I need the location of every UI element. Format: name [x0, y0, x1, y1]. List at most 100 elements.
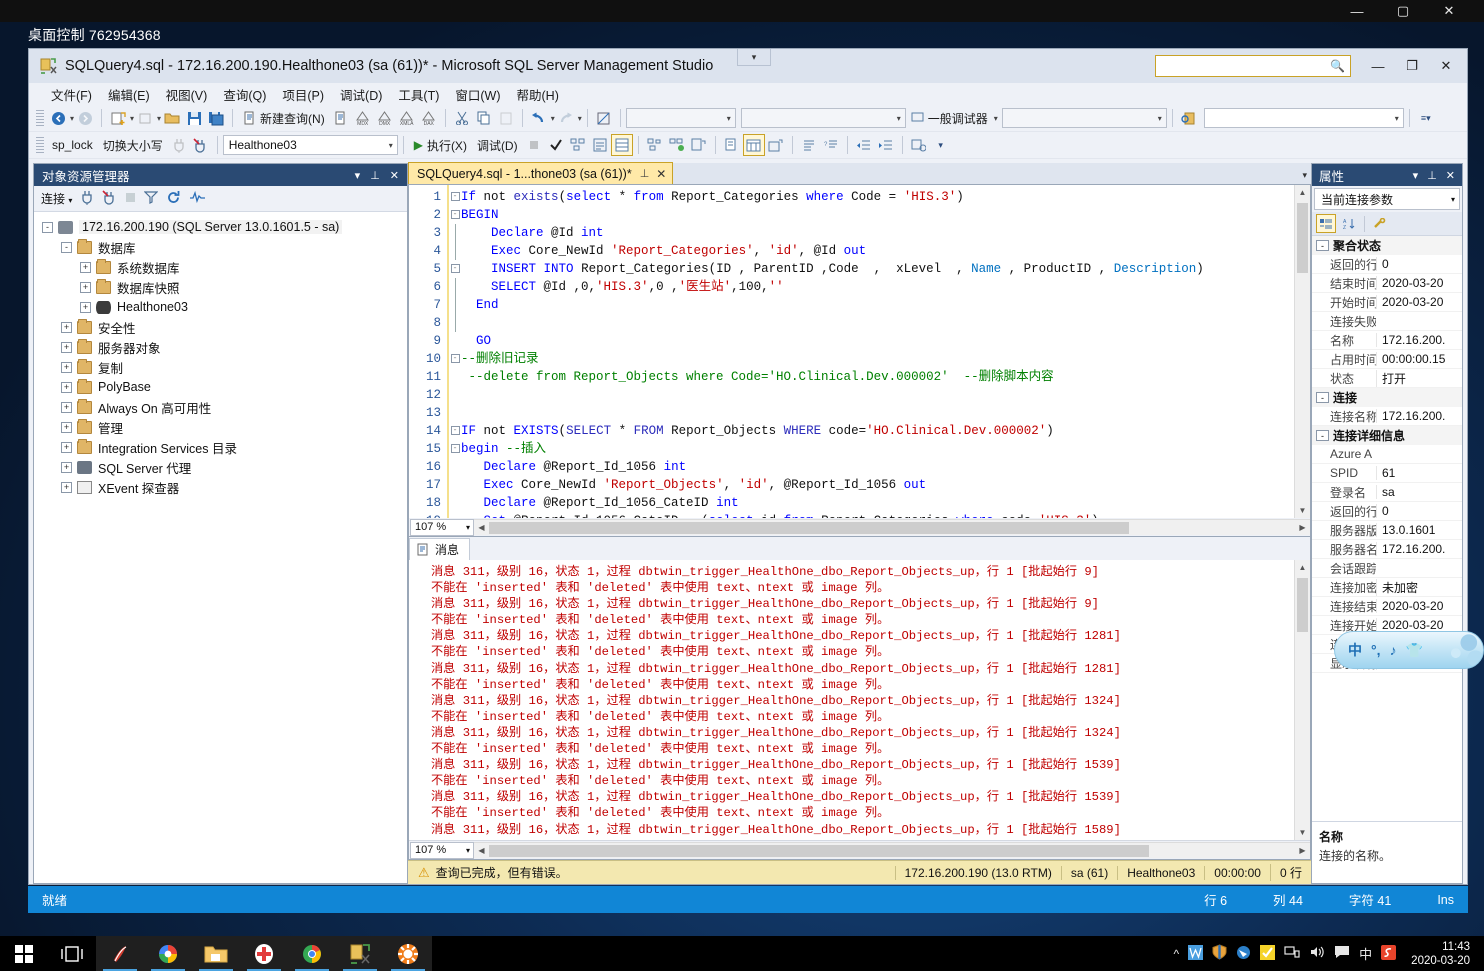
disconnect-object-explorer-icon[interactable]: [102, 190, 117, 208]
database-selector[interactable]: Healthone03 ▾: [223, 135, 398, 155]
code-line[interactable]: If not exists(select * from Report_Categ…: [461, 188, 1294, 206]
menu-item-window[interactable]: 窗口(W): [455, 85, 500, 104]
editor-fold-column[interactable]: ------: [447, 185, 461, 518]
tree-node[interactable]: +Always On 高可用性: [34, 397, 407, 417]
open-file-icon[interactable]: [134, 107, 156, 129]
tree-node[interactable]: -数据库: [34, 237, 407, 257]
tray-action-center-icon[interactable]: [1334, 945, 1350, 962]
expand-icon[interactable]: +: [61, 462, 72, 473]
expand-icon[interactable]: +: [61, 422, 72, 433]
tree-node[interactable]: +Healthone03: [34, 297, 407, 317]
chevron-down-icon[interactable]: ▾: [727, 114, 731, 123]
windows-taskbar[interactable]: ^ 中 11:43 2020-03-20: [0, 936, 1484, 971]
scroll-right-icon[interactable]: ▶: [1295, 523, 1310, 532]
chevron-down-icon[interactable]: ▾: [1158, 114, 1162, 123]
menu-item-view[interactable]: 视图(V): [166, 85, 208, 104]
connect-object-explorer-icon[interactable]: [80, 190, 94, 208]
scrollbar-thumb[interactable]: [1297, 578, 1308, 632]
ime-floating-toolbar[interactable]: 中 °, ♪ 👕: [1334, 631, 1484, 669]
titlebar-dropdown-icon[interactable]: ▾: [737, 49, 771, 66]
ssms-restore-button[interactable]: ❐: [1395, 53, 1429, 79]
remote-maximize-button[interactable]: ▢: [1380, 0, 1426, 22]
pin-icon[interactable]: ⊥: [1427, 169, 1437, 182]
menu-item-query[interactable]: 查询(Q): [223, 85, 266, 104]
navigate-forward-button[interactable]: [74, 107, 96, 129]
new-dax-query-icon[interactable]: DAX: [418, 107, 440, 129]
chevron-down-icon[interactable]: ▾: [897, 114, 901, 123]
quick-launch-search[interactable]: 🔍: [1155, 55, 1351, 77]
refresh-icon[interactable]: [166, 190, 181, 208]
pin-icon[interactable]: ⊥: [370, 169, 380, 182]
categorized-view-icon[interactable]: [1316, 214, 1336, 233]
panel-menu-icon[interactable]: ▾: [1413, 169, 1419, 182]
taskbar-clock[interactable]: 11:43 2020-03-20: [1405, 940, 1480, 968]
menu-item-debug[interactable]: 调试(D): [340, 85, 382, 104]
taskbar-app-file-explorer[interactable]: [192, 936, 240, 971]
scrollbar-track[interactable]: [489, 845, 1295, 857]
save-all-icon[interactable]: [205, 107, 227, 129]
fold-toggle-icon[interactable]: -: [449, 206, 461, 224]
property-row[interactable]: 连接名称172.16.200.: [1312, 407, 1462, 426]
toggle-case-button[interactable]: 切换大小写: [98, 134, 168, 156]
tab-sqlquery4[interactable]: SQLQuery4.sql - 1...thone03 (sa (61))* ⊥…: [408, 162, 673, 184]
find-in-files-icon[interactable]: [1178, 107, 1200, 129]
scrollbar-thumb[interactable]: [1297, 203, 1308, 273]
scroll-left-icon[interactable]: ◀: [474, 846, 489, 855]
include-actual-plan-icon[interactable]: [644, 134, 666, 156]
code-line[interactable]: [461, 404, 1294, 422]
property-row[interactable]: SPID61: [1312, 464, 1462, 483]
object-explorer-tree[interactable]: -172.16.200.190 (SQL Server 13.0.1601.5 …: [34, 212, 407, 883]
code-line[interactable]: Exec Core_NewId 'Report_Categories', 'id…: [461, 242, 1294, 260]
sql-editor[interactable]: 12345678910111213141516171819 ------ If …: [409, 185, 1294, 518]
connect-icon[interactable]: [168, 134, 190, 156]
scroll-up-icon[interactable]: ▲: [1295, 185, 1310, 200]
scroll-left-icon[interactable]: ◀: [474, 523, 489, 532]
tab-messages[interactable]: 消息: [409, 538, 470, 560]
activity-monitor-icon[interactable]: [189, 190, 206, 207]
property-row[interactable]: 连接加密未加密: [1312, 578, 1462, 597]
uncomment-lines-icon[interactable]: ?: [820, 134, 842, 156]
fold-toggle-icon[interactable]: -: [449, 260, 461, 278]
tab-list-dropdown-icon[interactable]: ▾: [1302, 170, 1307, 181]
property-row[interactable]: 连接结束2020-03-20: [1312, 597, 1462, 616]
toolbar-combo-1[interactable]: ▾: [626, 108, 736, 128]
results-to-file-icon[interactable]: [721, 134, 743, 156]
debug-button[interactable]: 调试(D): [472, 134, 523, 156]
editor-zoom-selector[interactable]: 107 % ▾: [410, 519, 474, 536]
general-debugger-caret-icon[interactable]: ▾: [994, 114, 998, 123]
redo-icon[interactable]: [555, 107, 577, 129]
code-line[interactable]: [461, 314, 1294, 332]
toolbar-combo-4[interactable]: ▾: [1204, 108, 1404, 128]
results-grid-layout-icon[interactable]: [743, 134, 765, 156]
tree-node[interactable]: +PolyBase: [34, 377, 407, 397]
taskbar-app-wechat[interactable]: [96, 936, 144, 971]
increase-indent-icon[interactable]: [875, 134, 897, 156]
code-line[interactable]: End: [461, 296, 1294, 314]
tray-shield-icon[interactable]: [1212, 944, 1227, 963]
pin-icon[interactable]: ⊥: [640, 167, 650, 180]
toolbar-combo-2[interactable]: ▾: [741, 108, 906, 128]
property-group-header[interactable]: -连接详细信息: [1312, 426, 1462, 445]
object-explorer-toolbar[interactable]: 连接 ▾: [34, 186, 407, 212]
filter-icon[interactable]: [144, 190, 158, 207]
code-line[interactable]: Declare @Report_Id_1056_CateID int: [461, 494, 1294, 512]
chevron-down-icon[interactable]: ▾: [1451, 195, 1455, 204]
results-horizontal-scrollbar[interactable]: ◀ ▶: [474, 842, 1310, 858]
panel-menu-icon[interactable]: ▾: [355, 169, 361, 182]
editor-tabstrip[interactable]: SQLQuery4.sql - 1...thone03 (sa (61))* ⊥…: [408, 163, 1311, 185]
toolbar-grip[interactable]: [36, 137, 44, 153]
tree-node[interactable]: +Integration Services 目录: [34, 437, 407, 457]
code-line[interactable]: BEGIN: [461, 206, 1294, 224]
code-line[interactable]: IF not EXISTS(SELECT * FROM Report_Objec…: [461, 422, 1294, 440]
tray-sogou-icon[interactable]: [1381, 945, 1396, 963]
scrollbar-track[interactable]: [489, 522, 1295, 534]
tray-expand-icon[interactable]: ^: [1174, 947, 1180, 961]
scroll-right-icon[interactable]: ▶: [1295, 846, 1310, 855]
code-line[interactable]: SELECT @Id ,0,'HIS.3',0 ,'医生站',100,'': [461, 278, 1294, 296]
code-line[interactable]: [461, 386, 1294, 404]
tray-app-icon-1[interactable]: [1188, 945, 1203, 963]
taskbar-app-chrome[interactable]: [288, 936, 336, 971]
execute-button[interactable]: ▶ 执行(X): [409, 134, 472, 156]
new-query-button[interactable]: 新建查询(N): [238, 107, 330, 129]
expand-icon[interactable]: +: [61, 442, 72, 453]
